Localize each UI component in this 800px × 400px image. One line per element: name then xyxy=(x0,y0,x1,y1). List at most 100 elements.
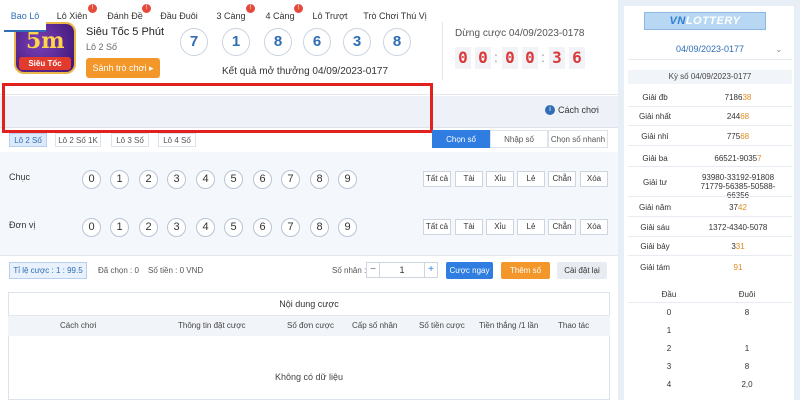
tab-tro-choi-thu-vi[interactable]: Trò Chơi Thú Vị xyxy=(362,0,428,32)
brand-logo: VNLOTTERY xyxy=(644,12,766,30)
prize-label: Giải nhất xyxy=(638,112,672,121)
brand-logo-suffix: LOTTERY xyxy=(685,15,741,27)
quick-even-button[interactable]: Chẵn xyxy=(548,219,576,235)
tab-dau-duoi[interactable]: Đầu Đuôi xyxy=(156,0,202,32)
reset-button[interactable]: Cài đặt lại xyxy=(557,262,607,279)
result-ball: 1 xyxy=(222,28,250,56)
prize-value: 3742 xyxy=(684,203,792,212)
column-header: Thao tác xyxy=(558,321,590,330)
number-ball[interactable]: 0 xyxy=(82,218,101,237)
number-ball[interactable]: 1 xyxy=(110,218,129,237)
column-header: Số đơn cược xyxy=(287,321,334,330)
quick-even-button[interactable]: Chẵn xyxy=(548,171,576,187)
quick-big-button[interactable]: Tài xyxy=(455,219,483,235)
prize-value-tail: 68 xyxy=(740,132,750,141)
plus-button[interactable]: + xyxy=(424,262,438,278)
prize-value-tail: 42 xyxy=(738,203,747,212)
minus-button[interactable]: − xyxy=(366,262,380,278)
tab-4-cang[interactable]: 4 Càng xyxy=(262,0,298,32)
quick-big-button[interactable]: Tài xyxy=(455,171,483,187)
number-ball[interactable]: 2 xyxy=(139,218,158,237)
tab-lo-truot[interactable]: Lô Trượt xyxy=(308,0,352,32)
column-header: Thông tin đặt cược xyxy=(178,321,246,330)
prize-value: 91 xyxy=(684,263,792,272)
result-ball: 7 xyxy=(180,28,208,56)
number-ball[interactable]: 6 xyxy=(253,218,272,237)
number-ball[interactable]: 4 xyxy=(196,170,215,189)
quick-odd-button[interactable]: Lẻ xyxy=(517,219,545,235)
tab-lo-xien[interactable]: Lô Xiên xyxy=(52,0,92,32)
number-ball[interactable]: 5 xyxy=(224,170,243,189)
quick-odd-button[interactable]: Lẻ xyxy=(517,171,545,187)
divider xyxy=(628,145,792,146)
subtab-lo-2-so-1k[interactable]: Lô 2 Số 1K xyxy=(55,133,101,147)
mode-enter-number[interactable]: Nhập số xyxy=(490,130,548,148)
prize-value-tail: 7 xyxy=(757,154,762,163)
bet-now-button[interactable]: Cược ngay xyxy=(446,262,493,279)
quick-all-button[interactable]: Tất cả xyxy=(423,219,451,235)
number-ball[interactable]: 1 xyxy=(110,170,129,189)
chevron-down-icon[interactable]: ⌄ xyxy=(775,44,783,55)
prize-value: 77568 xyxy=(684,132,792,141)
number-ball[interactable]: 6 xyxy=(253,170,272,189)
prize-label: Giải bảy xyxy=(640,242,670,251)
subtab-lo-3-so[interactable]: Lô 3 Số xyxy=(111,133,149,147)
selected-count: Đã chọn : 0 xyxy=(98,266,139,275)
header-divider xyxy=(442,22,443,80)
number-ball[interactable]: 0 xyxy=(82,170,101,189)
period-select[interactable]: 04/09/2023-0177 xyxy=(628,38,792,60)
subtab-lo-2-so[interactable]: Lô 2 Số xyxy=(9,133,47,147)
number-ball[interactable]: 9 xyxy=(338,170,357,189)
divider xyxy=(628,236,792,237)
quick-small-button[interactable]: Xỉu xyxy=(486,219,514,235)
prize-label: Giải tư xyxy=(642,178,668,187)
game-hall-button[interactable]: Sảnh trò chơi ▸ xyxy=(86,58,160,78)
column-header: Tiền thắng /1 lần xyxy=(479,321,539,330)
number-ball[interactable]: 2 xyxy=(139,170,158,189)
prize-value-tail: 38 xyxy=(742,93,752,102)
result-ball: 3 xyxy=(343,28,371,56)
countdown-separator: : xyxy=(541,49,545,65)
tabs-highlight-box xyxy=(2,83,433,133)
number-ball[interactable]: 7 xyxy=(281,218,300,237)
multiplier-input[interactable]: 1 xyxy=(380,262,424,278)
number-ball[interactable]: 9 xyxy=(338,218,357,237)
number-ball[interactable]: 3 xyxy=(167,218,186,237)
tail-digits: 1 xyxy=(744,344,750,353)
number-ball[interactable]: 3 xyxy=(167,170,186,189)
number-ball[interactable]: 4 xyxy=(196,218,215,237)
quick-all-button[interactable]: Tất cả xyxy=(423,171,451,187)
prize-label: Giải nhì xyxy=(641,132,669,141)
quick-small-button[interactable]: Xỉu xyxy=(486,171,514,187)
countdown-digit: 0 xyxy=(502,47,518,69)
prize-label: Giải năm xyxy=(638,203,671,212)
countdown-separator: : xyxy=(494,49,498,65)
how-to-play-link[interactable]: Cách chơi xyxy=(558,105,599,115)
prize-value-tail: 31 xyxy=(735,242,745,251)
countdown-digit: 0 xyxy=(522,47,538,69)
result-ball: 8 xyxy=(383,28,411,56)
prize-value-main: 66521-9035 xyxy=(714,154,758,163)
number-ball[interactable]: 7 xyxy=(281,170,300,189)
mode-quick-choose[interactable]: Chọn số nhanh xyxy=(548,130,608,148)
tab-danh-de[interactable]: Đánh Đề xyxy=(103,0,147,32)
number-ball[interactable]: 8 xyxy=(310,218,329,237)
logo-text: Siêu Tốc xyxy=(19,57,71,70)
number-ball[interactable]: 8 xyxy=(310,170,329,189)
result-ball: 6 xyxy=(303,28,331,56)
quick-clear-button[interactable]: Xóa xyxy=(580,219,608,235)
tab-3-cang[interactable]: 3 Càng xyxy=(212,0,250,32)
result-ball: 8 xyxy=(264,28,292,56)
column-header: Số tiền cược xyxy=(419,321,465,330)
stop-bet-label: Dừng cược 04/09/2023-0178 xyxy=(455,28,585,39)
countdown-digit: 0 xyxy=(475,47,491,69)
tab-bao-lo[interactable]: Bao Lô xyxy=(4,0,46,32)
quick-clear-button[interactable]: Xóa xyxy=(580,171,608,187)
row-label: Đơn vị xyxy=(9,220,36,230)
add-numbers-button[interactable]: Thêm số xyxy=(501,262,550,279)
subtab-lo-4-so[interactable]: Lô 4 Số xyxy=(158,133,196,147)
number-ball[interactable]: 5 xyxy=(224,218,243,237)
prize-value: 718638 xyxy=(684,93,792,102)
mode-choose-number[interactable]: Chọn số xyxy=(432,130,490,148)
divider xyxy=(628,125,792,126)
